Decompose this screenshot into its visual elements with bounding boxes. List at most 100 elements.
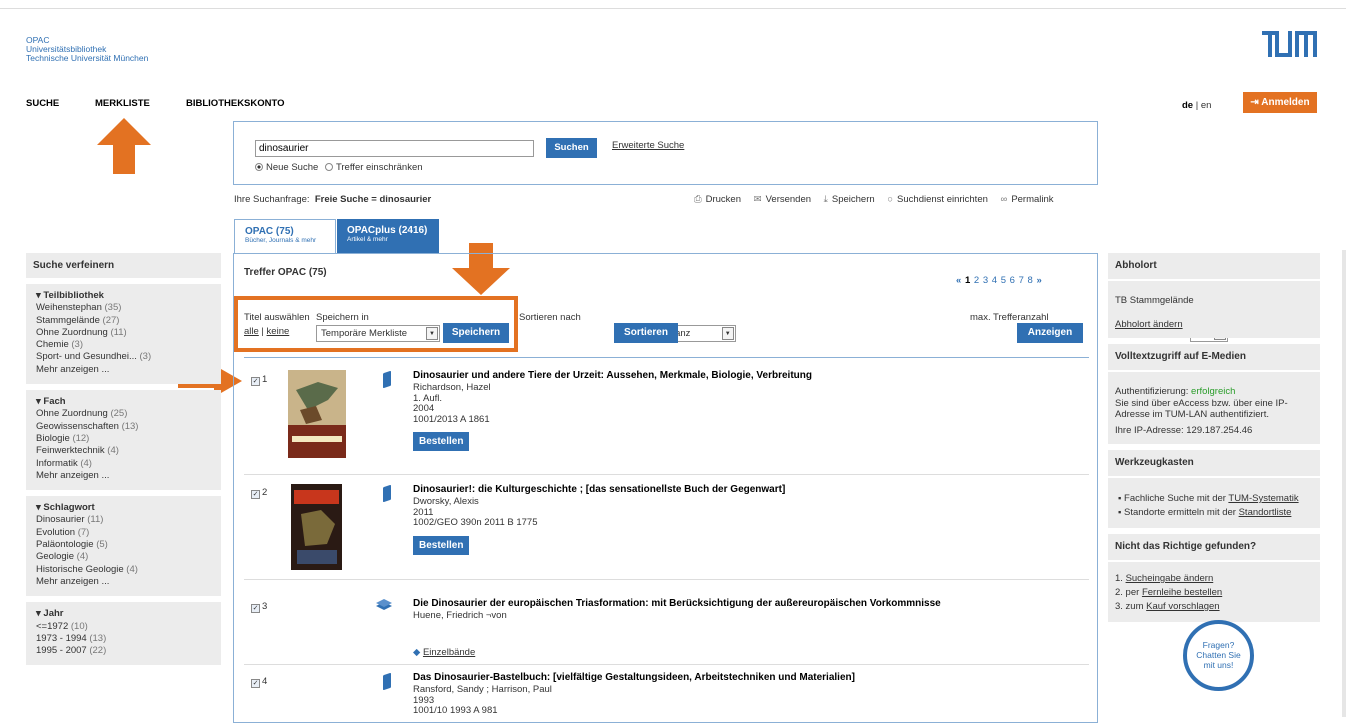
pager-page[interactable]: 8	[1028, 275, 1033, 286]
right-panel: Abholort TB Stammgelände Abholort ändern…	[1108, 253, 1320, 628]
nav-suche[interactable]: SUCHE	[26, 98, 59, 109]
facet-item[interactable]: Feinwerktechnik (4)	[36, 445, 211, 457]
facet-item-count: (3)	[71, 339, 84, 351]
tools-title: Werkzeugkasten	[1108, 450, 1320, 478]
facet-item[interactable]: Sport- und Gesundhei... (3)	[36, 351, 211, 363]
tab-opacplus[interactable]: OPACplus (2416) Artikel & mehr	[337, 219, 439, 253]
facet-item[interactable]: 1995 - 2007 (22)	[36, 645, 211, 657]
facet-toggle[interactable]: ▾ Schlagwort	[36, 502, 211, 514]
action-save[interactable]: Speichern	[832, 194, 875, 205]
facet-toggle[interactable]: ▾ Jahr	[36, 608, 211, 620]
facet-item-label: Sport- und Gesundhei...	[36, 351, 137, 363]
facet-item[interactable]: Informatik (4)	[36, 458, 211, 470]
facet-item[interactable]: <=1972 (10)	[36, 621, 211, 633]
facet-item[interactable]: Chemie (3)	[36, 339, 211, 351]
purchase-suggest-link[interactable]: Kauf vorschlagen	[1146, 601, 1219, 612]
chat-bubble[interactable]: Fragen? Chatten Sie mit uns!	[1183, 620, 1254, 691]
action-permalink[interactable]: Permalink	[1011, 194, 1053, 205]
result-select[interactable]: ✓ 3	[251, 601, 267, 613]
facet-item[interactable]: Geowissenschaften (13)	[36, 421, 211, 433]
result-select[interactable]: ✓ 4	[251, 676, 267, 688]
book-icon	[383, 370, 391, 389]
lang-en[interactable]: en	[1201, 100, 1212, 111]
result-title[interactable]: Das Dinosaurier-Bastelbuch: [vielfältige…	[413, 672, 1073, 683]
pager-page[interactable]: 6	[1010, 275, 1015, 286]
facet-more[interactable]: Mehr anzeigen ...	[36, 576, 211, 588]
result-title[interactable]: Dinosaurier und andere Tiere der Urzeit:…	[413, 370, 1073, 381]
facet-more[interactable]: Mehr anzeigen ...	[36, 364, 211, 376]
login-button[interactable]: ⇥ Anmelden	[1243, 92, 1317, 113]
notfound-content: 1. Sucheingabe ändern 2. per Fernleihe b…	[1108, 562, 1320, 622]
radio-restrict[interactable]	[324, 163, 333, 171]
facet-item[interactable]: 1973 - 1994 (13)	[36, 633, 211, 645]
notfound-item: 3. zum Kauf vorschlagen	[1115, 600, 1313, 614]
radio-new-search[interactable]	[255, 163, 263, 171]
pager-prev[interactable]: «	[956, 275, 961, 286]
pager-next[interactable]: »	[1036, 275, 1041, 286]
action-print[interactable]: Drucken	[706, 194, 741, 205]
show-button[interactable]: Anzeigen	[1017, 323, 1083, 343]
tools-item-text: Standorte ermitteln mit der	[1124, 507, 1239, 518]
volumes-label: Einzelbände	[422, 647, 476, 658]
save-button[interactable]: Speichern	[443, 323, 509, 343]
search-button[interactable]: Suchen	[546, 138, 597, 158]
pager-page[interactable]: 1	[965, 275, 970, 286]
result-title[interactable]: Die Dinosaurier der europäischen Triasfo…	[413, 598, 1073, 609]
pager-page[interactable]: 2	[974, 275, 979, 286]
facet-item[interactable]: Historische Geologie (4)	[36, 564, 211, 576]
interlibrary-loan-link[interactable]: Fernleihe bestellen	[1142, 587, 1222, 598]
search-input[interactable]	[255, 140, 534, 157]
pickup-change-link[interactable]: Abholort ändern	[1115, 319, 1313, 331]
action-send[interactable]: Versenden	[766, 194, 811, 205]
save-in-select[interactable]: Temporäre Merkliste ▼	[316, 325, 440, 342]
facet-item-count: (27)	[102, 314, 120, 326]
result-select[interactable]: ✓ 1	[251, 374, 267, 386]
sort-button[interactable]: Sortieren	[614, 323, 678, 343]
opac-logo-text[interactable]: OPAC Universitätsbibliothek Technische U…	[26, 36, 148, 63]
pager-page[interactable]: 7	[1019, 275, 1024, 286]
facet-item-label: 1995 - 2007	[36, 645, 87, 657]
select-none-link[interactable]: keine	[267, 326, 290, 337]
query-value: Freie Suche = dinosaurier	[314, 194, 432, 205]
action-alert[interactable]: Suchdienst einrichten	[897, 194, 988, 205]
tum-logo[interactable]	[1262, 31, 1317, 57]
lang-de[interactable]: de	[1182, 100, 1193, 111]
facet-item[interactable]: Stammgelände (27)	[36, 315, 211, 327]
facet-toggle[interactable]: ▾ Fach	[36, 396, 211, 408]
facet-more[interactable]: Mehr anzeigen ...	[36, 470, 211, 482]
facet-item[interactable]: Ohne Zuordnung (25)	[36, 408, 211, 420]
select-all-link[interactable]: alle	[244, 326, 259, 337]
facet-item[interactable]: Evolution (7)	[36, 527, 211, 539]
volumes-link[interactable]: ◆ Einzelbände	[413, 647, 475, 658]
facet-item-label: Chemie	[36, 339, 69, 351]
order-button[interactable]: Bestellen	[413, 535, 470, 555]
pager-page[interactable]: 3	[983, 275, 988, 286]
facet-item-count: (4)	[76, 551, 89, 563]
notfound-item-text: 3. zum	[1115, 601, 1147, 612]
facet-item[interactable]: Paläontologie (5)	[36, 539, 211, 551]
location-list-link[interactable]: Standortliste	[1239, 507, 1292, 518]
facet-item-label: Dinosaurier	[36, 514, 85, 526]
result-title[interactable]: Dinosaurier!: die Kulturgeschichte ; [da…	[413, 484, 1073, 495]
facet-toggle[interactable]: ▾ Teilbibliothek	[36, 290, 211, 302]
systematik-link[interactable]: TUM-Systematik	[1228, 493, 1298, 504]
facet-item[interactable]: Geologie (4)	[36, 551, 211, 563]
tab-opac[interactable]: OPAC (75) Bücher, Journals & mehr	[234, 219, 336, 253]
facet-item[interactable]: Weihenstephan (35)	[36, 302, 211, 314]
facet-item[interactable]: Dinosaurier (11)	[36, 514, 211, 526]
scrollbar[interactable]	[1342, 250, 1346, 717]
facet-item[interactable]: Ohne Zuordnung (11)	[36, 327, 211, 339]
notfound-item: 1. Sucheingabe ändern	[1115, 572, 1313, 586]
refine-title: Suche verfeinern	[26, 253, 221, 278]
nav-merkliste[interactable]: MERKLISTE	[95, 98, 150, 109]
edit-search-link[interactable]: Sucheingabe ändern	[1126, 573, 1214, 584]
facet-item-label: Stammgelände	[36, 314, 100, 326]
pager-page[interactable]: 4	[992, 275, 997, 286]
advanced-search-link[interactable]: Erweiterte Suche	[612, 140, 684, 151]
result-select[interactable]: ✓ 2	[251, 487, 267, 499]
order-button[interactable]: Bestellen	[413, 432, 470, 451]
pager-page[interactable]: 5	[1001, 275, 1006, 286]
facet-item[interactable]: Biologie (12)	[36, 433, 211, 445]
nav-bibliothekskonto[interactable]: BIBLIOTHEKSKONTO	[186, 98, 285, 109]
tools-item: ▪ Standorte ermitteln mit der Standortli…	[1118, 507, 1292, 518]
